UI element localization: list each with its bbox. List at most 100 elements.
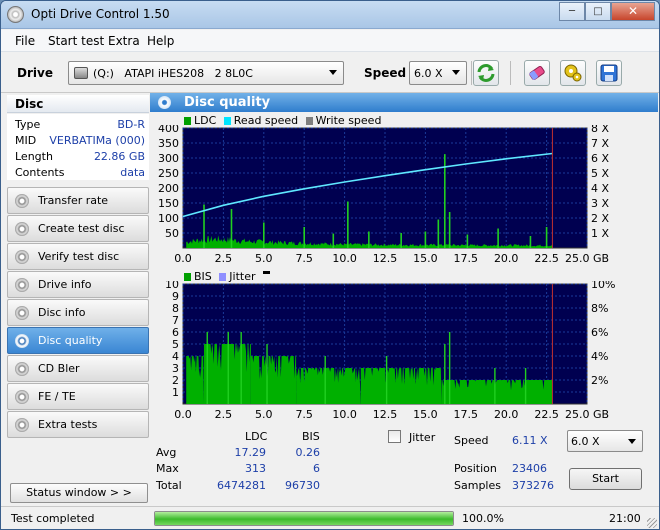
disc-info-value: data — [120, 166, 145, 179]
drive-select[interactable]: (Q:) ATAPI iHES208 2 8L0C — [68, 61, 344, 85]
y2-tick-label: 8 X — [591, 125, 609, 135]
col-header-ldc: LDC — [245, 430, 268, 443]
y-tick-label: 200 — [158, 182, 179, 195]
x-tick-label: 20.0 — [494, 252, 519, 265]
menu-help[interactable]: Help — [147, 34, 174, 48]
disc-info-value: 22.86 GB — [93, 150, 145, 163]
save-icon — [600, 64, 618, 82]
y-tick-label: 350 — [158, 137, 179, 150]
y2-tick-label: 3 X — [591, 197, 609, 210]
main-window: Opti Drive Control 1.50 ─ □ ✕ File Start… — [0, 0, 660, 530]
erase-button[interactable] — [524, 60, 550, 86]
x-tick-label: 25.0 GB — [565, 252, 609, 265]
disc-info-mid: MID VERBATIMa (000) — [15, 134, 145, 150]
window-controls: ─ □ ✕ — [559, 2, 655, 21]
maximize-button[interactable]: □ — [585, 2, 611, 21]
legend-swatch — [184, 117, 191, 125]
y-tick-label: 50 — [165, 227, 179, 240]
bis-area — [204, 344, 251, 404]
x-tick-label: 5.0 — [255, 408, 272, 421]
x-tick-label: 15.0 — [413, 252, 438, 265]
nav-cd-bler[interactable]: CD Bler — [7, 355, 149, 382]
settings-button[interactable] — [560, 60, 586, 86]
stat-label-avg: Avg — [156, 446, 177, 459]
disc-section-title: Disc — [7, 95, 149, 113]
resize-grip-icon[interactable] — [647, 518, 657, 528]
legend-swatch — [223, 117, 231, 125]
title-bar[interactable]: Opti Drive Control 1.50 ─ □ ✕ — [1, 1, 659, 29]
bis-area — [250, 356, 297, 404]
y2-tick-label: 5 X — [591, 167, 609, 180]
legend-swatch — [184, 273, 191, 281]
menu-start-test[interactable]: Start test — [48, 34, 104, 48]
disc-icon — [15, 278, 29, 292]
nav-label: Drive info — [38, 278, 92, 291]
nav-extra-tests[interactable]: Extra tests — [7, 411, 149, 438]
close-button[interactable]: ✕ — [611, 2, 655, 21]
nav-transfer-rate[interactable]: Transfer rate — [7, 187, 149, 214]
nav-verify-test-disc[interactable]: Verify test disc — [7, 243, 149, 270]
nav-drive-info[interactable]: Drive info — [7, 271, 149, 298]
speed-stat-value: 6.11 X — [512, 434, 548, 447]
stat-max-ldc: 313 — [245, 462, 266, 475]
test-speed-select[interactable]: 6.0 X — [567, 430, 643, 452]
nav-disc-quality[interactable]: Disc quality — [7, 327, 149, 354]
panel-title: Disc quality — [184, 95, 271, 110]
menu-bar: File Start test Extra Help — [1, 30, 659, 52]
nav-fe-te[interactable]: FE / TE — [7, 383, 149, 410]
jitter-checkbox[interactable] — [388, 430, 401, 443]
status-text: Test completed — [11, 512, 95, 525]
refresh-button[interactable] — [473, 60, 499, 86]
nav-disc-info[interactable]: Disc info — [7, 299, 149, 326]
x-tick-label: 0.0 — [174, 408, 192, 421]
ldc-chart: 0.0 2.5 5.0 7.5 10.0 12.5 15.0 17.5 20.0 22.5 25.0… — [158, 125, 609, 265]
y2-tick-label: 7 X — [591, 137, 609, 150]
drive-icon — [74, 67, 88, 79]
status-window-button[interactable]: Status window > > — [10, 483, 148, 503]
save-button[interactable] — [596, 60, 622, 86]
y-tick-label: 150 — [158, 197, 179, 210]
x-tick-label: 0.0 — [174, 252, 192, 265]
disc-icon — [15, 250, 29, 264]
nav-create-test-disc[interactable]: Create test disc — [7, 215, 149, 242]
progress-bar — [154, 511, 454, 526]
progress-percent: 100.0% — [462, 512, 504, 525]
start-button[interactable]: Start — [569, 468, 642, 490]
y-tick-label: 100 — [158, 212, 179, 225]
chevron-down-icon — [329, 70, 337, 75]
settings-icon — [564, 64, 582, 82]
disc-icon — [15, 362, 29, 376]
disc-icon — [158, 96, 171, 109]
panel-header: Disc quality — [150, 93, 658, 112]
bis-area — [296, 368, 361, 404]
stat-total-bis: 96730 — [285, 479, 320, 492]
drive-select-value: (Q:) ATAPI iHES208 2 8L0C — [93, 67, 253, 80]
speed-select[interactable]: 6.0 X — [409, 61, 467, 85]
y2-tick-label: 8% — [591, 302, 608, 315]
nav-label: FE / TE — [38, 390, 76, 403]
toolbar-separator — [471, 61, 472, 85]
position-value: 23406 — [512, 462, 547, 475]
menu-extra[interactable]: Extra — [108, 34, 140, 48]
speed-select-value: 6.0 X — [414, 67, 443, 80]
x-tick-label: 17.5 — [454, 408, 479, 421]
disc-icon — [15, 222, 29, 236]
progress-fill — [155, 512, 453, 525]
y2-tick-label: 6% — [591, 326, 608, 339]
nav-label: Extra tests — [38, 418, 98, 431]
y2-tick-label: 6 X — [591, 152, 609, 165]
stat-max-bis: 6 — [313, 462, 320, 475]
disc-info-value: BD-R — [117, 118, 145, 131]
minimize-button[interactable]: ─ — [559, 2, 585, 21]
y-tick-label: 400 — [158, 125, 179, 135]
menu-file[interactable]: File — [15, 34, 35, 48]
stat-avg-ldc: 17.29 — [234, 446, 267, 459]
toolbar: Drive (Q:) ATAPI iHES208 2 8L0C Speed 6.… — [1, 53, 659, 93]
jitter-label: Jitter — [409, 431, 436, 444]
y-tick-label: 300 — [158, 152, 179, 165]
chevron-down-icon — [628, 439, 636, 444]
disc-icon — [15, 306, 29, 320]
x-tick-label: 12.5 — [373, 252, 398, 265]
y-tick-label: 250 — [158, 167, 179, 180]
nav-label: Create test disc — [38, 222, 125, 235]
